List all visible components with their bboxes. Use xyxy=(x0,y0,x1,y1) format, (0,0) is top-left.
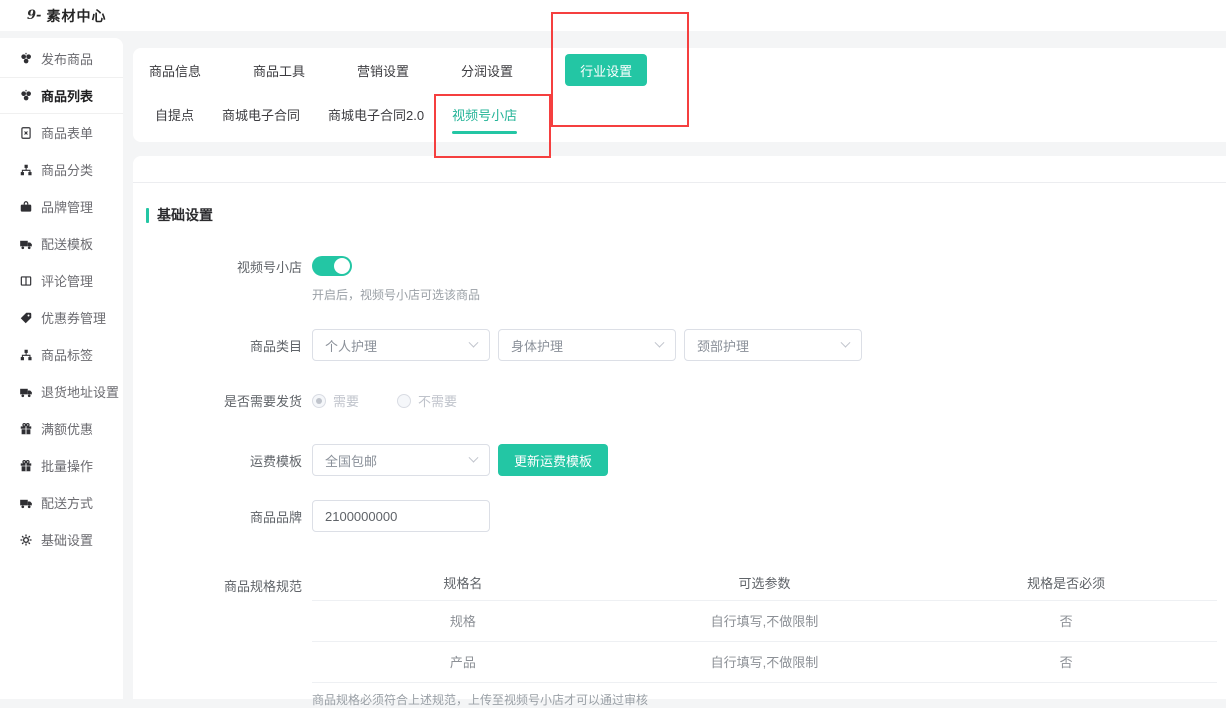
sidebar-item-label: 满额优惠 xyxy=(41,419,93,438)
radio-icon-checked xyxy=(312,394,326,408)
spec-table-row: 产品 自行填写,不做限制 否 xyxy=(312,641,1217,682)
sidebar-item-delivery-method[interactable]: 配送方式 xyxy=(0,484,123,521)
sidebar-item-label: 商品列表 xyxy=(41,86,93,105)
sidebar-item-delivery-template[interactable]: 配送模板 xyxy=(0,225,123,262)
tab-product-tools[interactable]: 商品工具 xyxy=(253,61,305,80)
chevron-down-icon xyxy=(841,337,851,347)
radio-option-no-need[interactable]: 不需要 xyxy=(397,391,457,410)
form-row-spec: 商品规格规范 规格名 可选参数 规格是否必须 规格 自行填写,不做限制 否 xyxy=(133,566,1226,683)
brand-input[interactable] xyxy=(312,500,490,532)
form-row-need-ship: 是否需要发货 需要 不需要 xyxy=(133,391,1226,410)
video-shop-hint: 开启后，视频号小店可选该商品 xyxy=(312,286,1226,303)
sidebar-item-label: 退货地址设置 xyxy=(41,382,119,401)
freight-label: 运费模板 xyxy=(133,451,312,470)
need-ship-label: 是否需要发货 xyxy=(133,391,312,410)
category-select-level2[interactable]: 身体护理 xyxy=(498,329,676,361)
sidebar-item-brand-management[interactable]: 品牌管理 xyxy=(0,188,123,225)
sidebar-item-comment-management[interactable]: 评论管理 xyxy=(0,262,123,299)
video-shop-label: 视频号小店 xyxy=(133,257,312,276)
primary-tabs: 商品信息 商品工具 营销设置 分润设置 行业设置 xyxy=(133,48,1226,92)
secondary-tabs: 自提点 商城电子合同 商城电子合同2.0 视频号小店 xyxy=(133,92,1226,136)
top-bar: 9- 素材中心 xyxy=(0,0,1226,31)
sidebar-item-full-discount[interactable]: 满额优惠 xyxy=(0,410,123,447)
spec-col-params: 可选参数 xyxy=(614,566,916,600)
sidebar-item-label: 商品表单 xyxy=(41,123,93,142)
form-row-brand: 商品品牌 xyxy=(133,500,1226,532)
spec-note: 商品规格必须符合上述规范，上传至视频号小店才可以通过审核 xyxy=(312,691,1226,708)
sidebar-item-label: 品牌管理 xyxy=(41,197,93,216)
tabs-card: 商品信息 商品工具 营销设置 分润设置 行业设置 自提点 商城电子合同 商城电子… xyxy=(133,48,1226,142)
sidebar-item-coupon-management[interactable]: 优惠券管理 xyxy=(0,299,123,336)
tab-mall-e-contract[interactable]: 商城电子合同 xyxy=(222,105,300,124)
sidebar-item-basic-settings[interactable]: 基础设置 xyxy=(0,521,123,558)
tab-video-channel-shop[interactable]: 视频号小店 xyxy=(452,105,517,124)
category-select-level1[interactable]: 个人护理 xyxy=(312,329,490,361)
form-row-freight: 运费模板 全国包邮 更新运费模板 xyxy=(133,444,1226,476)
freight-template-select[interactable]: 全国包邮 xyxy=(312,444,490,476)
truck-icon xyxy=(19,385,33,399)
section-title-basic-settings: 基础设置 xyxy=(146,205,1226,225)
file-x-icon xyxy=(19,126,33,140)
sidebar-item-label: 批量操作 xyxy=(41,456,93,475)
gift-icon xyxy=(19,459,33,473)
sidebar-item-product-list[interactable]: 商品列表 xyxy=(0,77,123,114)
spec-col-required: 规格是否必须 xyxy=(915,566,1217,600)
tab-product-info[interactable]: 商品信息 xyxy=(149,61,201,80)
tab-marketing-settings[interactable]: 营销设置 xyxy=(357,61,409,80)
spec-table-row: 规格 自行填写,不做限制 否 xyxy=(312,600,1217,641)
app-title: 素材中心 xyxy=(46,6,106,26)
sidebar-item-return-address[interactable]: 退货地址设置 xyxy=(0,373,123,410)
sidebar-item-label: 商品分类 xyxy=(41,160,93,179)
spec-table: 规格名 可选参数 规格是否必须 规格 自行填写,不做限制 否 产品 自行填写,不… xyxy=(312,566,1217,683)
spec-table-header-row: 规格名 可选参数 规格是否必须 xyxy=(312,566,1217,600)
category-label: 商品类目 xyxy=(133,336,312,355)
tab-mall-e-contract-2[interactable]: 商城电子合同2.0 xyxy=(328,105,424,124)
spec-col-name: 规格名 xyxy=(312,566,614,600)
sidebar-item-publish-product[interactable]: 发布商品 xyxy=(0,40,123,77)
form-card-header xyxy=(133,156,1226,183)
sidebar: 发布商品 商品列表 商品表单 商品分类 品牌管理 配送模板 评论管理 优惠券管理… xyxy=(0,38,123,699)
grapes-icon xyxy=(19,52,33,66)
radio-option-need[interactable]: 需要 xyxy=(312,391,359,410)
toggle-knob xyxy=(334,258,350,274)
section-accent-bar xyxy=(146,208,149,223)
chevron-down-icon xyxy=(469,337,479,347)
spec-label: 商品规格规范 xyxy=(133,566,312,595)
radio-icon-unchecked xyxy=(397,394,411,408)
book-icon xyxy=(19,274,33,288)
grapes-icon xyxy=(19,89,33,103)
chevron-down-icon xyxy=(469,452,479,462)
form-row-category: 商品类目 个人护理 身体护理 颈部护理 xyxy=(133,329,1226,361)
form-card: 基础设置 视频号小店 开启后，视频号小店可选该商品 商品类目 个人护理 身体护理… xyxy=(133,156,1226,699)
sidebar-item-label: 基础设置 xyxy=(41,530,93,549)
sidebar-item-label: 评论管理 xyxy=(41,271,93,290)
sidebar-item-product-form[interactable]: 商品表单 xyxy=(0,114,123,151)
sidebar-item-label: 商品标签 xyxy=(41,345,93,364)
tag-icon xyxy=(19,311,33,325)
sidebar-item-label: 发布商品 xyxy=(41,49,93,68)
brand-label: 商品品牌 xyxy=(133,507,312,526)
sidebar-item-product-category[interactable]: 商品分类 xyxy=(0,151,123,188)
tab-industry-settings[interactable]: 行业设置 xyxy=(565,54,647,86)
sidebar-item-label: 优惠券管理 xyxy=(41,308,106,327)
chevron-down-icon xyxy=(655,337,665,347)
sidebar-item-label: 配送方式 xyxy=(41,493,93,512)
tab-pickup-point[interactable]: 自提点 xyxy=(155,105,194,124)
sitemap-icon xyxy=(19,348,33,362)
briefcase-icon xyxy=(19,200,33,214)
sidebar-item-batch-operation[interactable]: 批量操作 xyxy=(0,447,123,484)
gift-icon xyxy=(19,422,33,436)
update-freight-template-button[interactable]: 更新运费模板 xyxy=(498,444,608,476)
sitemap-icon xyxy=(19,163,33,177)
tab-profit-settings[interactable]: 分润设置 xyxy=(461,61,513,80)
truck-icon xyxy=(19,237,33,251)
form-row-video-shop: 视频号小店 xyxy=(133,256,1226,276)
sidebar-item-product-tag[interactable]: 商品标签 xyxy=(0,336,123,373)
gear-icon xyxy=(19,533,33,547)
sidebar-item-label: 配送模板 xyxy=(41,234,93,253)
truck-icon xyxy=(19,496,33,510)
category-select-level3[interactable]: 颈部护理 xyxy=(684,329,862,361)
material-center-icon: 9- xyxy=(27,8,41,23)
video-shop-toggle[interactable] xyxy=(312,256,352,276)
